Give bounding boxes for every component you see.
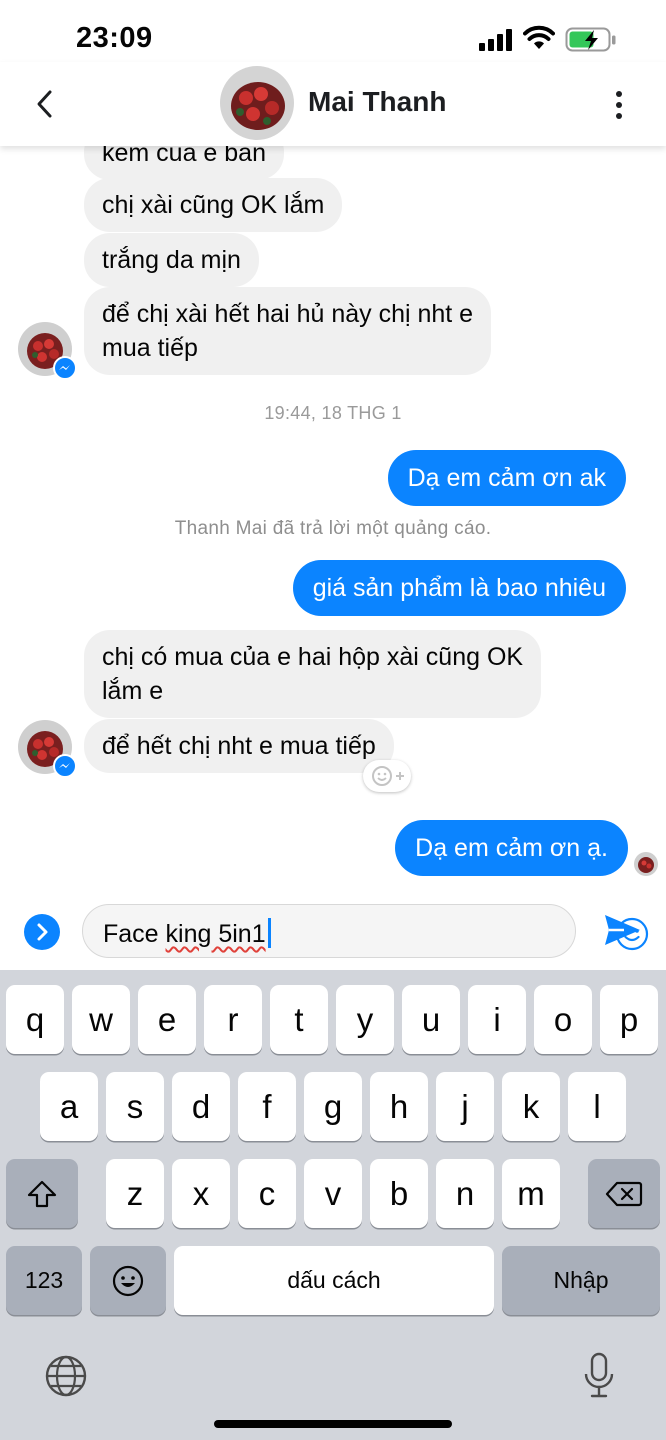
send-icon[interactable] (602, 912, 642, 948)
input-text-prefix: Face (103, 920, 166, 948)
home-indicator[interactable] (214, 1420, 452, 1428)
return-key[interactable]: Nhập (502, 1246, 660, 1315)
emoji-keyboard-key[interactable] (90, 1246, 166, 1315)
key-v[interactable]: v (304, 1159, 362, 1228)
numbers-key[interactable]: 123 (6, 1246, 82, 1315)
expand-button[interactable] (24, 914, 60, 950)
key-l[interactable]: l (568, 1072, 626, 1141)
message-line: chị có mua của e hai hộp xài cũng OK (102, 643, 524, 671)
key-g[interactable]: g (304, 1072, 362, 1141)
incoming-message[interactable]: chị có mua của e hai hộp xài cũng OK lắm… (84, 630, 542, 718)
back-icon[interactable] (30, 86, 60, 122)
key-u[interactable]: u (402, 985, 460, 1054)
key-i[interactable]: i (468, 985, 526, 1054)
shift-icon (27, 1180, 57, 1207)
key-h[interactable]: h (370, 1072, 428, 1141)
key-f[interactable]: f (238, 1072, 296, 1141)
keyboard: q w e r t y u i o p a s d f g h j k l z … (0, 970, 666, 1440)
key-e[interactable]: e (138, 985, 196, 1054)
key-z[interactable]: z (106, 1159, 164, 1228)
key-y[interactable]: y (336, 985, 394, 1054)
incoming-message[interactable]: trắng da mịn (84, 233, 259, 287)
incoming-message[interactable]: để chị xài hết hai hủ này chị nht e mua … (84, 287, 492, 375)
backspace-key[interactable] (588, 1159, 660, 1228)
key-w[interactable]: w (72, 985, 130, 1054)
message-line: lắm e (102, 677, 164, 705)
text-caret (267, 918, 271, 948)
messenger-badge-icon (53, 356, 77, 380)
key-d[interactable]: d (172, 1072, 230, 1141)
key-m[interactable]: m (502, 1159, 560, 1228)
key-s[interactable]: s (106, 1072, 164, 1141)
input-text-misspelled: king 5in1 (165, 920, 266, 948)
key-b[interactable]: b (370, 1159, 428, 1228)
key-k[interactable]: k (502, 1072, 560, 1141)
backspace-icon (605, 1181, 643, 1206)
contact-avatar[interactable] (220, 66, 294, 140)
key-c[interactable]: c (238, 1159, 296, 1228)
message-line: mua tiếp (102, 334, 198, 362)
key-q[interactable]: q (6, 985, 64, 1054)
key-p[interactable]: p (600, 985, 658, 1054)
key-x[interactable]: x (172, 1159, 230, 1228)
timestamp: 19:44, 18 THG 1 (264, 403, 402, 423)
space-key[interactable]: dấu cách (174, 1246, 494, 1315)
expand-icon (37, 923, 48, 941)
outgoing-message[interactable]: Dạ em cảm ơn ạ. (395, 820, 628, 876)
messenger-badge-icon (53, 754, 77, 778)
key-o[interactable]: o (534, 985, 592, 1054)
key-j[interactable]: j (436, 1072, 494, 1141)
incoming-message[interactable]: để hết chị nht e mua tiếp (84, 719, 394, 773)
emoji-keyboard-icon (112, 1265, 144, 1296)
message-composer: Face king 5in1 (0, 896, 666, 970)
contact-name[interactable]: Mai Thanh (308, 86, 446, 118)
key-a[interactable]: a (40, 1072, 98, 1141)
add-reaction-icon (372, 766, 404, 786)
shift-key[interactable] (6, 1159, 78, 1228)
message-input-text: Face king 5in1 (103, 918, 271, 949)
chat-header: Mai Thanh (0, 62, 666, 146)
message-line: để chị xài hết hai hủ này chị nht e (102, 300, 474, 328)
globe-icon[interactable] (44, 1354, 88, 1398)
incoming-message[interactable]: chị xài cũng OK lắm (84, 178, 343, 232)
key-t[interactable]: t (270, 985, 328, 1054)
message-input[interactable]: Face king 5in1 (82, 904, 649, 958)
read-receipt-avatar (634, 852, 658, 876)
outgoing-message[interactable]: Dạ em cảm ơn ak (387, 450, 626, 506)
microphone-icon[interactable] (582, 1352, 616, 1400)
outgoing-message[interactable]: giá sản phẩm là bao nhiêu (292, 560, 626, 616)
key-r[interactable]: r (204, 985, 262, 1054)
key-n[interactable]: n (436, 1159, 494, 1228)
add-reaction-button[interactable] (363, 760, 411, 792)
more-icon[interactable] (604, 86, 634, 124)
system-note: Thanh Mai đã trả lời một quảng cáo. (174, 518, 492, 539)
avatar-image (220, 66, 294, 140)
